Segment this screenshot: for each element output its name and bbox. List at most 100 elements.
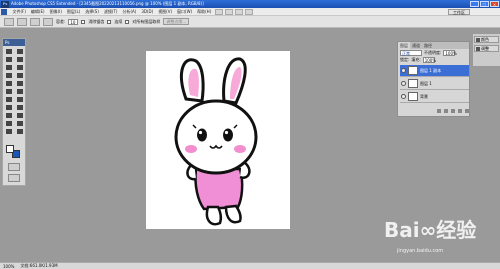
adjustments-icon	[476, 46, 480, 51]
type-tool-icon[interactable]	[15, 104, 25, 111]
eyedropper-tool-icon[interactable]	[15, 64, 25, 71]
shape-tool-icon[interactable]	[15, 112, 25, 119]
marquee-tool-icon[interactable]	[15, 48, 25, 55]
layer-thumbnail	[408, 66, 418, 75]
pen-tool-icon[interactable]	[4, 104, 14, 111]
ps-logo-icon	[1, 8, 7, 15]
tolerance-label: 容差:	[56, 18, 66, 24]
dock-adjustments-button[interactable]: 调整	[474, 45, 499, 52]
fill-input[interactable]: 100%	[422, 56, 436, 63]
menu-file[interactable]: 文件(F)	[13, 9, 26, 15]
dodge-tool-icon[interactable]	[15, 96, 25, 103]
refine-edge-button[interactable]: 调整边缘...	[163, 18, 190, 25]
magic-wand-tool-preset-icon[interactable]	[4, 17, 14, 26]
opacity-label: 不透明度:	[424, 49, 442, 55]
move-tool-icon[interactable]	[4, 48, 14, 55]
document-canvas[interactable]	[146, 51, 290, 229]
layer-thumbnail	[408, 79, 418, 88]
path-selection-tool-icon[interactable]	[4, 112, 14, 119]
visibility-eye-icon[interactable]	[401, 94, 406, 99]
blend-mode-select[interactable]: 正常	[400, 49, 422, 56]
layer-name: 图层 1 副本	[420, 67, 442, 73]
zoom-tool-icon[interactable]	[15, 128, 25, 135]
screen-mode-button[interactable]	[8, 174, 20, 182]
zoom-level-button[interactable]	[234, 8, 243, 15]
contiguous-checkbox[interactable]	[107, 19, 112, 24]
lasso-tool-icon[interactable]	[4, 56, 14, 63]
blur-tool-icon[interactable]	[4, 96, 14, 103]
zoom-readout[interactable]: 100%	[3, 264, 14, 269]
menu-edit[interactable]: 编辑(E)	[31, 9, 45, 15]
tab-channels[interactable]: 通道	[410, 42, 422, 49]
menu-3d[interactable]: 3D(D)	[141, 9, 153, 14]
minimize-button[interactable]: _	[470, 1, 479, 7]
visibility-eye-icon[interactable]	[401, 68, 406, 73]
antialias-label: 消除锯齿	[88, 18, 105, 24]
tab-layers[interactable]: 图层	[398, 42, 410, 49]
visibility-eye-icon[interactable]	[401, 81, 406, 86]
new-layer-icon[interactable]	[458, 109, 462, 113]
layer-name: 背景	[420, 93, 428, 99]
arrange-documents-button[interactable]	[244, 8, 253, 15]
workspace-switcher[interactable]: 工作区	[448, 9, 470, 15]
foreground-color-swatch[interactable]	[6, 145, 14, 153]
magic-wand-tool-icon[interactable]	[15, 56, 25, 63]
antialias-checkbox[interactable]	[81, 19, 86, 24]
crop-tool-icon[interactable]	[4, 64, 14, 71]
delete-layer-icon[interactable]	[465, 109, 469, 113]
layers-panel: 图层 通道 路径 正常 不透明度: 100% 锁定: 填充: 100% 图层 1…	[397, 41, 470, 117]
watermark-url: jingyan.baidu.com	[397, 248, 444, 254]
hand-tool-icon[interactable]	[4, 128, 14, 135]
subtract-selection-icon[interactable]	[43, 17, 53, 26]
3d-camera-tool-icon[interactable]	[15, 120, 25, 127]
menu-window[interactable]: 窗口(W)	[177, 9, 192, 15]
gradient-tool-icon[interactable]	[15, 88, 25, 95]
clone-stamp-tool-icon[interactable]	[4, 80, 14, 87]
mini-bridge-button[interactable]	[224, 8, 233, 15]
tab-paths[interactable]: 路径	[422, 42, 434, 49]
menu-select[interactable]: 选择(S)	[85, 9, 99, 15]
lock-label: 锁定:	[400, 56, 410, 62]
opacity-input[interactable]: 100%	[443, 49, 457, 56]
contiguous-label: 连续	[114, 18, 123, 24]
dock-color-button[interactable]: 颜色	[474, 36, 499, 43]
maximize-button[interactable]: □	[480, 1, 489, 7]
bunny-illustration	[174, 57, 258, 226]
status-bar: 100% 文档:661.0K/1.93M	[0, 262, 500, 269]
menu-layer[interactable]: 图层(L)	[67, 9, 80, 15]
menu-help[interactable]: 帮助(H)	[197, 9, 211, 15]
history-brush-tool-icon[interactable]	[15, 80, 25, 87]
toolbox: Ps	[2, 38, 26, 186]
layer-row[interactable]: 图层 1	[400, 78, 469, 90]
lock-row: 锁定: 填充: 100%	[398, 56, 469, 63]
add-mask-icon[interactable]	[451, 109, 455, 113]
tolerance-input[interactable]: 10	[68, 18, 79, 25]
eraser-tool-icon[interactable]	[4, 88, 14, 95]
tool-grid	[3, 46, 25, 137]
quick-mask-button[interactable]	[8, 163, 20, 171]
healing-brush-tool-icon[interactable]	[4, 72, 14, 79]
menu-bar: 文件(F) 编辑(E) 图像(I) 图层(L) 选择(S) 滤镜(T) 分析(A…	[0, 8, 500, 16]
menu-analysis[interactable]: 分析(A)	[123, 9, 137, 15]
sample-all-layers-checkbox[interactable]	[125, 19, 130, 24]
layer-style-icon[interactable]	[444, 109, 448, 113]
brush-tool-icon[interactable]	[15, 72, 25, 79]
document-info[interactable]: 文档:661.0K/1.93M	[20, 263, 57, 269]
layer-row[interactable]: 背景	[400, 91, 469, 103]
link-layers-icon[interactable]	[437, 109, 441, 113]
color-icon	[476, 37, 480, 42]
panel-dock: 颜色 调整	[472, 34, 500, 66]
menu-filter[interactable]: 滤镜(T)	[104, 9, 118, 15]
bridge-button[interactable]	[214, 8, 223, 15]
menu-image[interactable]: 图像(I)	[50, 9, 62, 15]
new-selection-icon[interactable]	[17, 17, 27, 26]
menu-view[interactable]: 视图(V)	[158, 9, 172, 15]
window-title: Adobe Photoshop CS5 Extended - [2345截图20…	[11, 1, 204, 6]
close-button[interactable]: ×	[490, 1, 499, 7]
layer-row[interactable]: 图层 1 副本	[400, 65, 469, 77]
layers-panel-tabs: 图层 通道 路径	[398, 42, 469, 49]
window-controls: _ □ ×	[470, 1, 499, 7]
3d-rotate-tool-icon[interactable]	[4, 120, 14, 127]
add-to-selection-icon[interactable]	[30, 17, 40, 26]
sample-all-layers-label: 对所有图层取样	[132, 18, 161, 24]
